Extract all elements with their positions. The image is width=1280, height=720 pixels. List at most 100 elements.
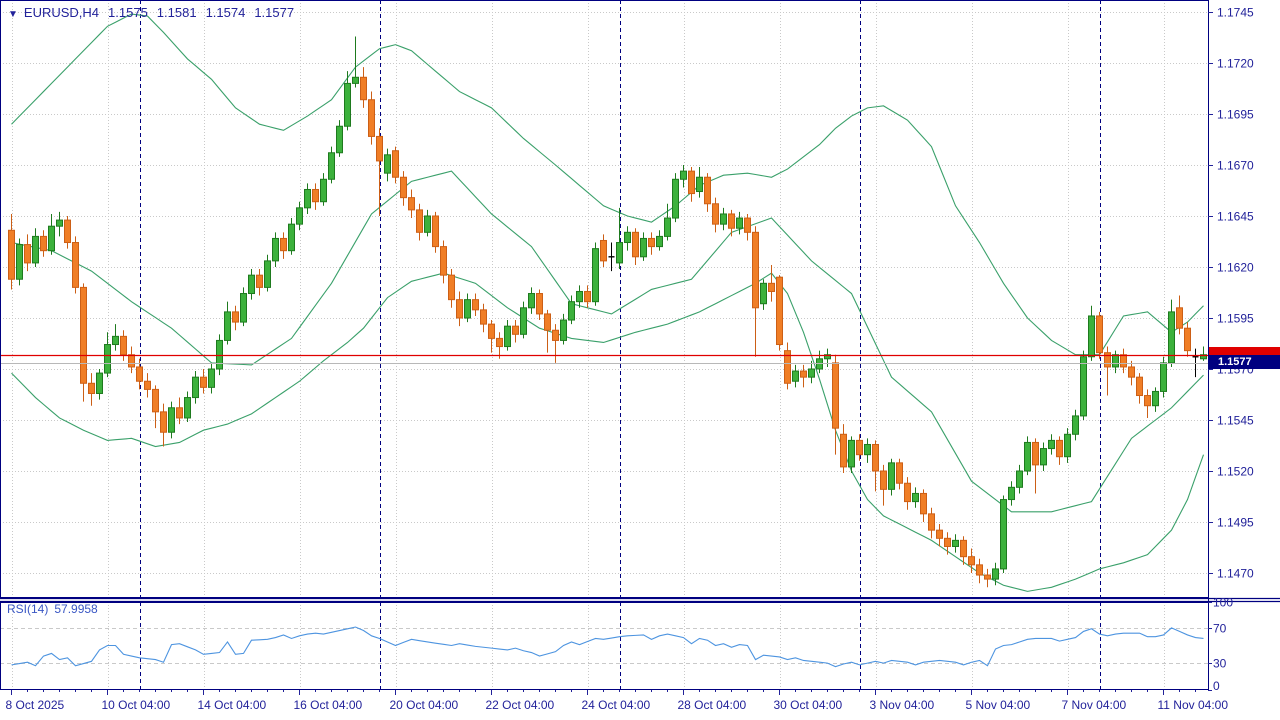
candle [1081,357,1087,416]
rsi-value: 57.9958 [54,602,97,616]
price-tick-label: 1.1645 [1217,210,1254,224]
candle [377,136,383,160]
rsi-indicator-label: RSI(14) 57.9958 [7,602,98,616]
chart-window: 1.17451.17201.16951.16701.16451.16201.15… [0,0,1280,720]
candle [769,283,775,291]
date-label: 20 Oct 04:00 [390,698,459,712]
price-tick-label: 1.1470 [1217,567,1254,581]
candle [441,247,447,276]
candle [185,398,191,418]
chart-canvas: 1.17451.17201.16951.16701.16451.16201.15… [0,0,1280,720]
candle [201,377,207,387]
candle [809,369,815,377]
candle [569,302,575,320]
candle [665,218,671,236]
candle [889,463,895,490]
candle [969,557,975,565]
candle [529,294,535,308]
date-label: 5 Nov 04:00 [966,698,1031,712]
candle [849,440,855,467]
date-label: 22 Oct 04:00 [486,698,555,712]
candle [161,412,167,432]
candle [705,177,711,204]
candle [777,277,783,344]
candle [985,575,991,579]
candle [505,326,511,346]
candle [273,238,279,260]
candle [561,320,567,340]
candle [217,340,223,369]
candle [1033,442,1039,464]
date-label: 7 Nov 04:00 [1062,698,1127,712]
candle [489,324,495,338]
price-tick-label: 1.1620 [1217,261,1254,275]
candle [33,236,39,263]
candle [793,371,799,381]
candle [1065,434,1071,456]
date-label: 28 Oct 04:00 [678,698,747,712]
candle [945,538,951,546]
candle [145,381,151,389]
candle [121,336,127,354]
candle [457,300,463,318]
candle [281,238,287,250]
candle [1041,449,1047,465]
rsi-line [12,627,1204,667]
candle [553,330,559,340]
candle [601,240,607,260]
candle [865,444,871,454]
date-label: 10 Oct 04:00 [102,698,171,712]
candle [25,245,31,263]
date-label: 24 Oct 04:00 [582,698,651,712]
candle [1113,355,1119,367]
ohlc-open: 1.1575 [108,5,148,20]
candle [1121,355,1127,367]
candle [153,389,159,411]
candle [1089,316,1095,357]
candle [137,367,143,381]
candle [401,177,407,197]
candle [1049,440,1055,448]
bollinger-layer [12,14,1204,591]
candle [89,383,95,393]
candle [513,326,519,334]
candle [225,312,231,341]
rsi-tick-label: 100 [1213,596,1233,610]
price-lines-layer [0,356,1208,364]
candle [17,245,23,280]
candle [425,216,431,232]
ohlc-high: 1.1581 [157,5,197,20]
candle [1161,363,1167,392]
date-label: 11 Nov 04:00 [1158,698,1229,712]
candle [625,232,631,242]
rsi-name: RSI(14) [7,602,48,616]
candle [337,126,343,153]
candle [113,336,119,344]
candle [345,83,351,126]
candle [913,493,919,501]
candle [297,208,303,224]
candle [1177,308,1183,328]
date-label: 8 Oct 2025 [6,698,65,712]
candle [497,338,503,346]
candle [265,261,271,288]
candle [905,483,911,501]
candle [241,294,247,323]
candle [841,434,847,467]
candle [593,249,599,302]
candle [937,530,943,538]
candle [1185,328,1191,350]
candle [169,408,175,432]
main-panel-border [1,1,1209,598]
symbol-header: ▼EURUSD,H41.15751.15811.15741.1577 [8,5,294,20]
date-label: 3 Nov 04:00 [870,698,935,712]
candle [673,179,679,218]
candle [385,155,391,173]
candle [577,291,583,301]
candle [81,287,87,383]
candle [521,308,527,335]
symbol-dropdown-icon[interactable]: ▼ [8,9,18,20]
price-tick-label: 1.1670 [1217,159,1254,173]
candle [585,291,591,301]
candle [417,210,423,232]
